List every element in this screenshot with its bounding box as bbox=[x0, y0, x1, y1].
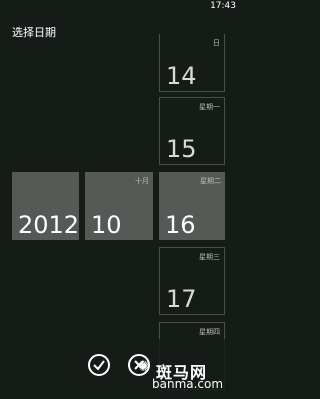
day-tile[interactable]: 星期一 15 bbox=[159, 97, 225, 165]
day-value: 14 bbox=[166, 62, 197, 90]
checkmark-icon bbox=[93, 360, 105, 371]
day-weekday: 星期一 bbox=[199, 103, 220, 111]
day-weekday: 星期四 bbox=[199, 328, 220, 336]
watermark: ✺ 斑马网 banma.com bbox=[138, 359, 238, 393]
status-time: 17:43 bbox=[210, 1, 236, 11]
month-tile[interactable]: 十月 10 bbox=[85, 172, 153, 240]
year-value: 2012 bbox=[18, 211, 80, 239]
year-tile[interactable]: 2012 bbox=[12, 172, 79, 240]
day-weekday: 星期二 bbox=[200, 177, 221, 185]
day-value: 16 bbox=[165, 211, 196, 239]
day-value: 15 bbox=[166, 135, 197, 163]
month-name: 十月 bbox=[135, 177, 149, 185]
month-value: 10 bbox=[91, 211, 122, 239]
day-tile[interactable]: 日 14 bbox=[159, 34, 225, 92]
day-weekday: 星期三 bbox=[199, 253, 220, 261]
confirm-button[interactable] bbox=[88, 354, 110, 376]
status-bar: 17:43 bbox=[0, 0, 240, 14]
day-value: 17 bbox=[166, 285, 197, 313]
day-weekday: 日 bbox=[213, 39, 220, 47]
zebra-logo-icon: ✺ bbox=[138, 359, 150, 375]
page-title: 选择日期 bbox=[12, 26, 56, 39]
day-tile[interactable]: 星期三 17 bbox=[159, 247, 225, 315]
day-tile-selected[interactable]: 星期二 16 bbox=[159, 172, 225, 240]
watermark-url: banma.com bbox=[152, 377, 224, 391]
